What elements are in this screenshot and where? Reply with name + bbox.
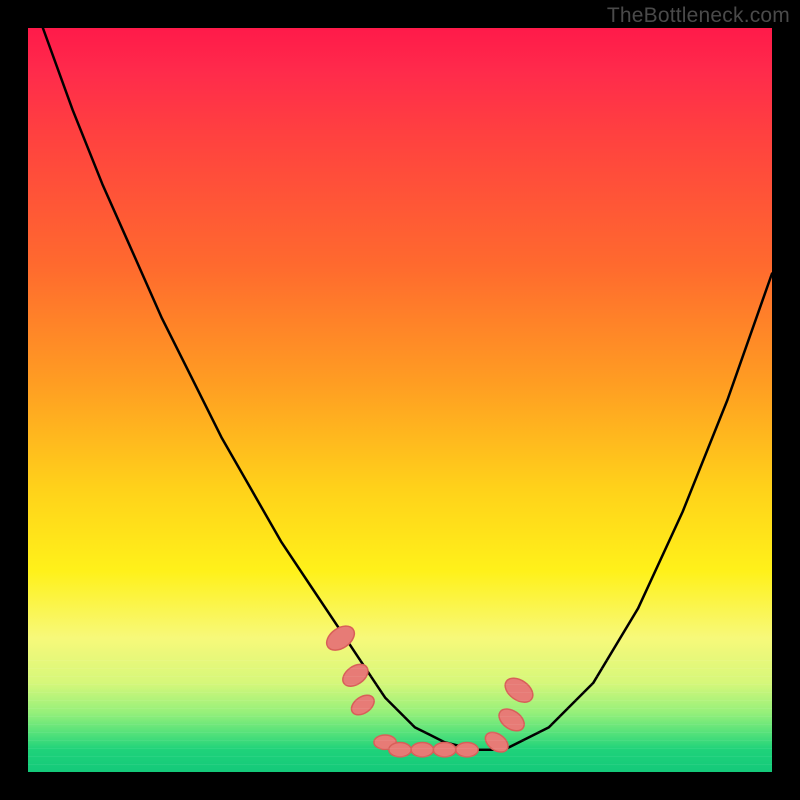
attribution-text: TheBottleneck.com — [607, 4, 790, 28]
bottleneck-curve — [43, 28, 772, 750]
curve-marker — [374, 735, 396, 749]
curve-marker — [322, 621, 359, 655]
curve-marker — [339, 660, 372, 691]
chart-frame: TheBottleneck.com — [0, 0, 800, 800]
curve-marker — [389, 743, 411, 757]
curve-markers — [322, 621, 537, 757]
curve-marker — [482, 728, 512, 756]
curve-marker — [411, 743, 433, 757]
curve-marker — [348, 691, 378, 719]
curve-marker — [501, 673, 538, 707]
curve-marker — [433, 743, 455, 757]
curve-marker — [456, 743, 478, 757]
curve-svg — [28, 28, 772, 772]
curve-marker — [495, 704, 528, 735]
plot-area — [28, 28, 772, 772]
